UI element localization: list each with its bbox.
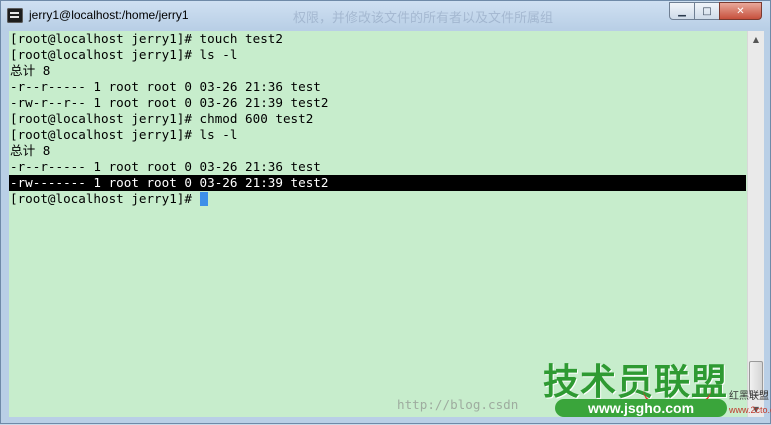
selected-terminal-line[interactable]: -rw------- 1 root root 0 03-26 21:39 tes…	[9, 175, 746, 191]
watermark-url: http://blog.csdn	[397, 397, 519, 412]
logo-small-text: 红黑联盟	[729, 391, 769, 402]
terminal-line: [root@localhost jerry1]# chmod 600 test2	[10, 111, 314, 126]
minimize-button[interactable]: ▁	[669, 2, 695, 20]
terminal-app-icon[interactable]	[7, 8, 23, 23]
window-controls: ▁ □ ✕	[669, 2, 762, 20]
terminal-line: 总计 8	[10, 63, 51, 78]
title-bar[interactable]: jerry1@localhost:/home/jerry1 权限，并修改该文件的…	[1, 1, 770, 31]
terminal-line: [root@localhost jerry1]# touch test2	[10, 31, 283, 46]
terminal-line: -rw-r--r-- 1 root root 0 03-26 21:39 tes…	[10, 95, 329, 110]
terminal-window: jerry1@localhost:/home/jerry1 权限，并修改该文件的…	[0, 0, 771, 424]
ghost-title-text: 权限，并修改该文件的所有者以及文件所属组	[293, 11, 554, 26]
text-cursor	[199, 192, 208, 206]
shell-prompt: [root@localhost jerry1]#	[10, 191, 200, 206]
scroll-up-arrow-icon[interactable]: ▲	[748, 31, 764, 47]
terminal-line: [root@localhost jerry1]# ls -l	[10, 47, 238, 62]
terminal-line: -r--r----- 1 root root 0 03-26 21:36 tes…	[10, 79, 321, 94]
prompt-line[interactable]: [root@localhost jerry1]#	[10, 191, 746, 207]
terminal-line: 总计 8	[10, 143, 51, 158]
terminal-lines: [root@localhost jerry1]# touch test2 [ro…	[9, 31, 746, 207]
logo-url: www.jsgho.com	[555, 399, 727, 417]
terminal-line: -r--r----- 1 root root 0 03-26 21:36 tes…	[10, 159, 321, 174]
terminal-line: [root@localhost jerry1]# ls -l	[10, 127, 238, 142]
site-logo-watermark: 技术员联盟 www.jsgho.com 红黑联盟 www.2cto.com	[543, 353, 771, 425]
logo-small-url: www.2cto.com	[729, 405, 771, 415]
maximize-button[interactable]: □	[694, 2, 720, 20]
window-title: jerry1@localhost:/home/jerry1	[29, 8, 189, 22]
close-button[interactable]: ✕	[719, 2, 762, 20]
